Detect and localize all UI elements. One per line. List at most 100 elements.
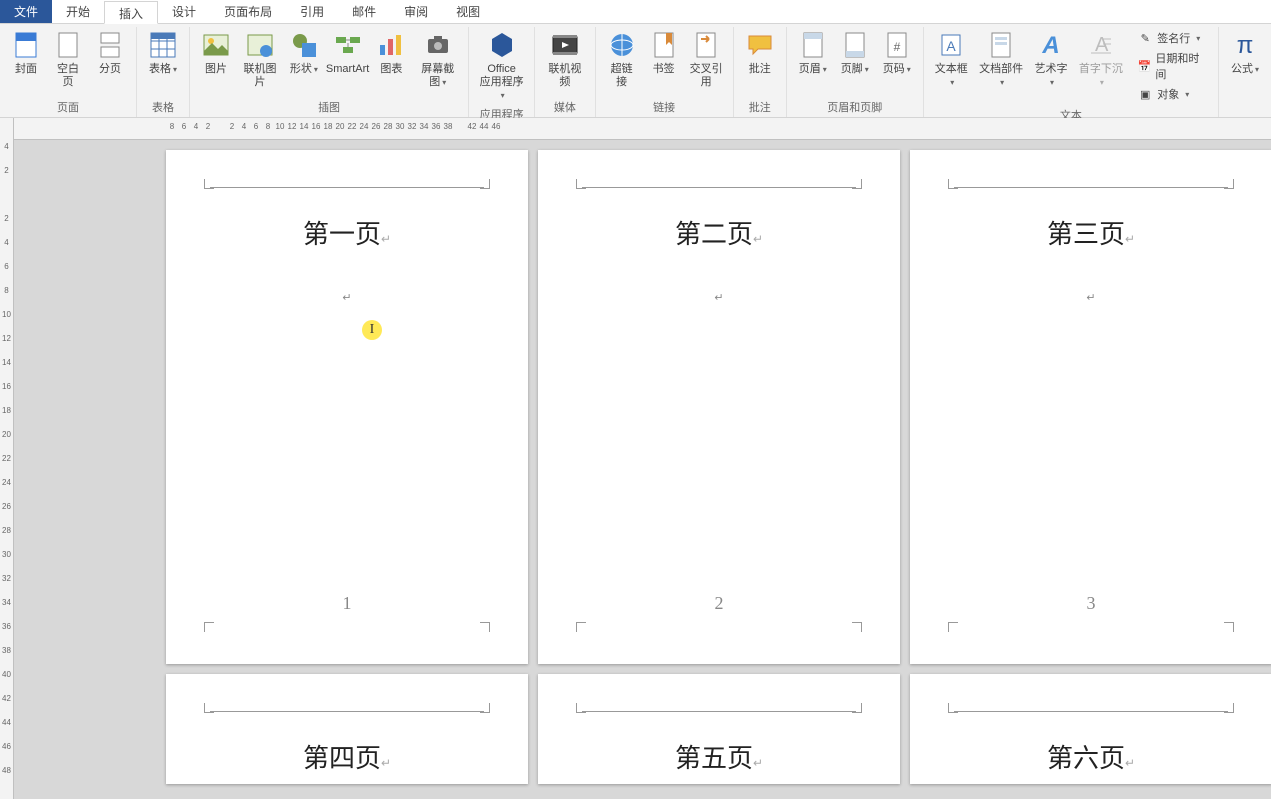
header-corner (1224, 179, 1234, 189)
group-header-footer: 页眉▾ 页脚▾ #页码▾ 页眉和页脚 (787, 27, 924, 117)
chart-button[interactable]: 图表 (371, 27, 411, 78)
tab-review[interactable]: 审阅 (390, 0, 442, 23)
header-corner (852, 703, 862, 713)
hyperlink-button[interactable]: 超链接 (602, 27, 642, 91)
group-apps: Office 应用程序▾ 应用程序 (469, 27, 535, 117)
page-heading: 第六页↵ (948, 738, 1234, 775)
page-heading: 第五页↵ (576, 738, 862, 775)
page-heading: 第四页↵ (204, 738, 490, 775)
header-corner (480, 179, 490, 189)
tab-file[interactable]: 文件 (0, 0, 52, 23)
horizontal-ruler[interactable]: 8642246810121416182022242628303234363842… (14, 118, 1271, 140)
chart-icon (377, 33, 405, 57)
dropcap-button[interactable]: A首字下沉▾ (1074, 27, 1127, 91)
group-links: 超链接 书签 交叉引用 链接 (596, 27, 734, 117)
page-heading: 第一页↵ (204, 214, 490, 251)
footer-corner (204, 622, 214, 632)
page-number-button[interactable]: #页码▾ (877, 27, 917, 78)
picture-button[interactable]: 图片 (196, 27, 236, 78)
pagenum-icon: # (885, 31, 909, 59)
group-pages: 封面 空白页 分页 页面 (0, 27, 137, 117)
online-pic-icon (246, 33, 274, 57)
cover-icon (14, 31, 38, 59)
date-icon: 📅 (1137, 58, 1151, 74)
comment-icon (746, 33, 774, 57)
page-break-button[interactable]: 分页 (90, 27, 130, 78)
footer-corner (1224, 622, 1234, 632)
online-picture-button[interactable]: 联机图片 (238, 27, 282, 91)
screenshot-button[interactable]: 屏幕截图▾ (413, 27, 462, 91)
tab-ref[interactable]: 引用 (286, 0, 338, 23)
sig-icon: ✎ (1137, 30, 1153, 46)
paragraph-mark (204, 291, 490, 304)
signature-button[interactable]: ✎签名行▾ (1135, 29, 1206, 47)
page-3[interactable]: 第三页↵3 (910, 150, 1271, 664)
hyperlink-icon (608, 31, 636, 59)
break-icon (98, 31, 122, 59)
textbox-button[interactable]: A文本框▾ (930, 27, 973, 91)
group-pages-label: 页面 (57, 97, 79, 117)
page-6[interactable]: 第六页↵ (910, 674, 1271, 784)
page-1[interactable]: 第一页↵ 1 (166, 150, 528, 664)
bookmark-button[interactable]: 书签 (644, 27, 684, 78)
page-4[interactable]: 第四页↵ (166, 674, 528, 784)
footer-icon (843, 31, 867, 59)
datetime-button[interactable]: 📅日期和时间 (1135, 49, 1206, 83)
tab-mail[interactable]: 邮件 (338, 0, 390, 23)
page-5[interactable]: 第五页↵ (538, 674, 900, 784)
cursor-highlight (362, 320, 382, 340)
obj-icon: ▣ (1137, 86, 1153, 102)
menu-tabs: 文件 开始 插入 设计 页面布局 引用 邮件 审阅 视图 (0, 0, 1271, 24)
quick-parts-button[interactable]: 文档部件▾ (975, 27, 1028, 91)
pi-icon: π (1231, 31, 1259, 59)
group-media-label: 媒体 (554, 97, 576, 117)
textbox-icon: A (939, 31, 963, 59)
wordart-button[interactable]: A艺术字▾ (1029, 27, 1072, 91)
table-icon (149, 31, 177, 59)
formula-button[interactable]: π公式▾ (1225, 27, 1265, 78)
blank-page-button[interactable]: 空白页 (48, 27, 88, 91)
vertical-ruler[interactable]: 4224681012141618202224262830323436384042… (0, 118, 14, 799)
smartart-icon (334, 33, 362, 57)
header-line (954, 711, 1228, 712)
comment-button[interactable]: 批注 (740, 27, 780, 78)
page-2[interactable]: 第二页↵2 (538, 150, 900, 664)
table-button[interactable]: 表格▾ (143, 27, 183, 78)
svg-text:#: # (893, 40, 900, 54)
tab-layout[interactable]: 页面布局 (210, 0, 286, 23)
document-pages[interactable]: 第一页↵ 1 第二页↵2第三页↵3 第四页↵ 第五页↵ 第六页↵ (14, 140, 1271, 799)
group-text: A文本框▾ 文档部件▾ A艺术字▾ A首字下沉▾ ✎签名行▾ 📅日期和时间 ▣对… (924, 27, 1219, 117)
footer-corner (576, 622, 586, 632)
header-line (582, 711, 856, 712)
office-apps-button[interactable]: Office 应用程序▾ (475, 27, 528, 104)
shapes-icon (290, 31, 318, 59)
tab-start[interactable]: 开始 (52, 0, 104, 23)
group-illustrations: 图片 联机图片 形状▾ SmartArt 图表 屏幕截图▾ 插图 (190, 27, 469, 117)
paragraph-mark (576, 291, 862, 304)
header-line (954, 187, 1228, 188)
header-icon (801, 31, 825, 59)
header-line (210, 187, 484, 188)
wordart-icon: A (1037, 31, 1065, 59)
shapes-button[interactable]: 形状▾ (284, 27, 324, 78)
header-line (210, 711, 484, 712)
object-button[interactable]: ▣对象▾ (1135, 85, 1206, 103)
page-number: 3 (910, 593, 1271, 614)
crossref-icon (694, 31, 718, 59)
cover-page-button[interactable]: 封面 (6, 27, 46, 78)
group-hf-label: 页眉和页脚 (827, 97, 882, 117)
group-symbols: π公式▾ (1219, 27, 1271, 117)
tab-view[interactable]: 视图 (442, 0, 494, 23)
footer-button[interactable]: 页脚▾ (835, 27, 875, 78)
smartart-button[interactable]: SmartArt (326, 27, 369, 78)
header-line (582, 187, 856, 188)
header-button[interactable]: 页眉▾ (793, 27, 833, 78)
footer-corner (948, 622, 958, 632)
bookmark-icon (652, 31, 676, 59)
online-video-button[interactable]: 联机视频 (541, 27, 588, 91)
cross-ref-button[interactable]: 交叉引用 (686, 27, 727, 91)
svg-text:π: π (1237, 32, 1254, 59)
page-number: 1 (166, 593, 528, 614)
tab-insert[interactable]: 插入 (104, 1, 158, 24)
tab-design[interactable]: 设计 (158, 0, 210, 23)
